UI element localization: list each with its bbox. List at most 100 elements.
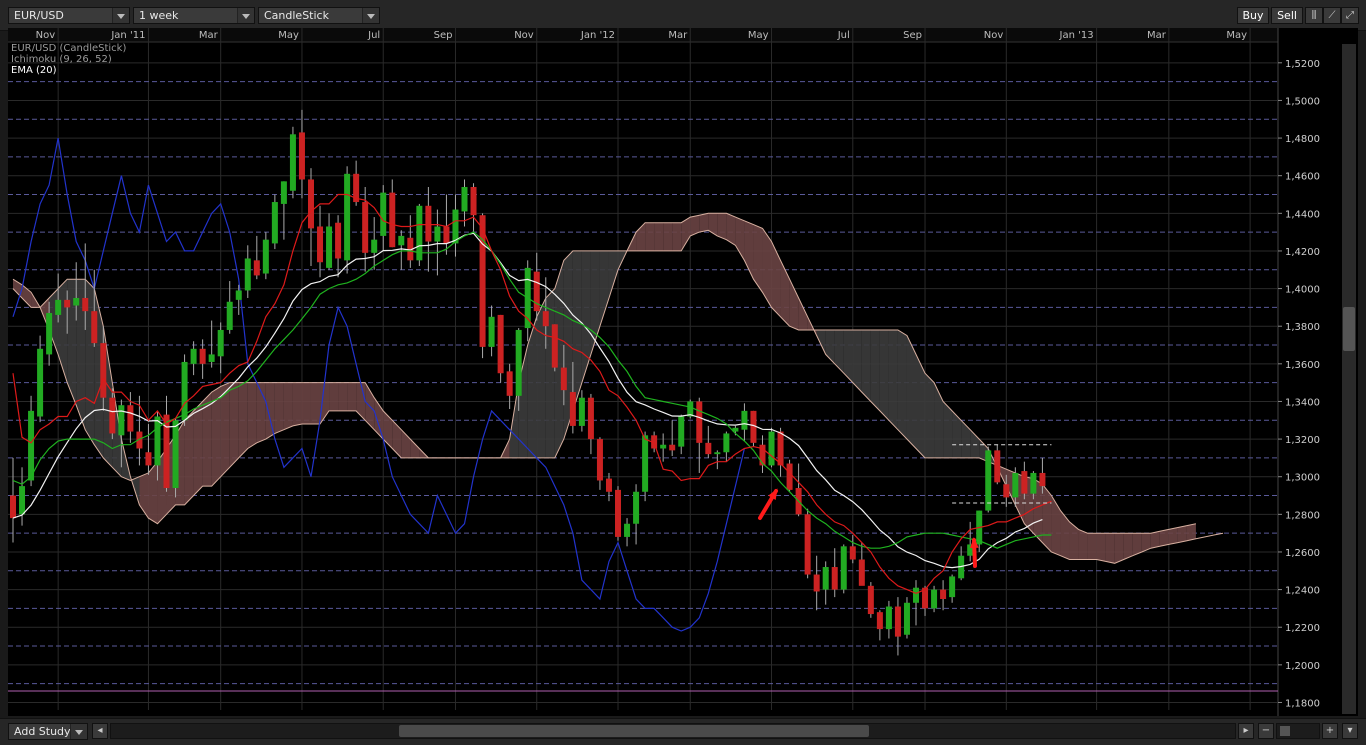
chart-panel[interactable]: Nov Jan '11 Mar May Jul Sep Nov Jan '12 Mar May Ju… <box>8 28 1358 716</box>
bull-candle <box>271 202 278 244</box>
zoom-slider-thumb[interactable] <box>1280 726 1290 736</box>
bull-candle <box>280 181 287 204</box>
price-tick-label: 1,4600 <box>1285 172 1320 183</box>
ichimoku-cloud-segment <box>310 382 321 425</box>
chart-type-select-value: CandleStick <box>264 9 329 22</box>
bull-candle <box>118 405 125 436</box>
time-tick-label: Sep <box>434 30 453 41</box>
vertical-scroll-thumb[interactable] <box>1343 307 1355 351</box>
bear-candle <box>10 495 16 519</box>
chart-type-select[interactable]: CandleStick <box>258 7 380 24</box>
bear-candle <box>1003 484 1010 498</box>
ichimoku-cloud-segment <box>1159 529 1169 547</box>
add-study-label: Add Study <box>14 725 71 738</box>
ichimoku-cloud-segment <box>329 382 339 411</box>
bull-candle <box>19 486 26 515</box>
top-toolbar: EUR/USD 1 week CandleStick Buy Sell ⫼ ⟋ … <box>0 0 1366 31</box>
ichimoku-cloud-segment <box>338 382 348 411</box>
bear-candle <box>615 489 622 537</box>
price-tick-label: 1,3600 <box>1285 360 1320 371</box>
legend-item: EMA (20) <box>11 65 57 76</box>
bear-candle <box>849 546 856 560</box>
price-tick-label: 1,5000 <box>1285 96 1320 107</box>
bear-candle <box>127 405 134 432</box>
ichimoku-cloud-segment <box>301 382 311 425</box>
zoom-in-button[interactable]: + <box>1322 723 1338 739</box>
ichimoku-cloud-segment <box>283 382 293 430</box>
bear-candle <box>542 311 549 327</box>
bear-candle <box>497 314 504 374</box>
time-tick-label: Mar <box>199 30 219 41</box>
bear-candle <box>91 311 98 344</box>
bull-candle <box>244 258 251 291</box>
bear-candle <box>867 585 874 615</box>
ichimoku-cloud-segment <box>238 382 248 458</box>
bull-candle <box>678 416 685 447</box>
bear-candle <box>940 589 947 599</box>
time-tick-label: May <box>748 30 769 41</box>
bear-candle <box>777 431 784 466</box>
bull-candle <box>723 433 730 453</box>
add-study-button[interactable]: Add Study <box>8 723 88 740</box>
ichimoku-cloud-segment <box>663 222 673 251</box>
ichimoku-cloud-segment <box>1186 523 1196 541</box>
bar-chart-tool-icon[interactable]: ⫼ <box>1305 7 1323 24</box>
bull-candle <box>488 316 495 347</box>
scroll-end-button[interactable]: ▾ <box>1342 723 1358 739</box>
bull-candle <box>235 290 242 300</box>
bull-candle <box>73 297 80 306</box>
scroll-right-button[interactable]: ▸ <box>1238 723 1254 739</box>
time-tick-label: Mar <box>668 30 688 41</box>
price-tick-label: 1,3800 <box>1285 322 1320 333</box>
price-chart[interactable]: Nov Jan '11 Mar May Jul Sep Nov Jan '12 Mar May Ju… <box>8 28 1358 716</box>
interval-select-value: 1 week <box>139 9 179 22</box>
bull-candle <box>768 431 775 466</box>
buy-button[interactable]: Buy <box>1237 7 1269 24</box>
plot-background <box>8 28 1358 716</box>
symbol-select[interactable]: EUR/USD <box>8 7 130 24</box>
bull-candle <box>344 173 351 261</box>
ichimoku-cloud-segment <box>347 382 357 411</box>
price-tick-label: 1,1800 <box>1285 698 1320 709</box>
bear-candle <box>335 222 342 259</box>
legend-item: Ichimoku (9, 26, 52) <box>11 54 112 65</box>
scroll-left-button[interactable]: ◂ <box>92 723 108 739</box>
horizontal-scrollbar[interactable] <box>110 723 1236 739</box>
bear-candle <box>605 478 612 492</box>
ichimoku-cloud-segment <box>274 382 284 434</box>
bull-candle <box>181 361 188 421</box>
ichimoku-cloud-segment <box>292 382 302 426</box>
time-tick-label: Jan '13 <box>1059 30 1094 41</box>
horizontal-scroll-thumb[interactable] <box>399 725 869 737</box>
time-tick-label: Nov <box>984 30 1004 41</box>
bear-candle <box>389 192 396 248</box>
bear-candle <box>317 226 324 263</box>
fullscreen-icon[interactable]: ⤢ <box>1341 7 1359 24</box>
vertical-scrollbar[interactable] <box>1342 44 1356 714</box>
ichimoku-cloud-segment <box>1168 527 1178 545</box>
bull-candle <box>949 576 956 598</box>
bull-candle <box>37 348 44 417</box>
ichimoku-cloud-segment <box>1096 533 1106 562</box>
chevron-down-icon <box>112 8 129 23</box>
zoom-out-button[interactable]: − <box>1258 723 1274 739</box>
bull-candle <box>642 435 649 492</box>
bull-candle <box>326 226 333 268</box>
symbol-select-value: EUR/USD <box>14 9 64 22</box>
bear-candle <box>443 226 450 244</box>
zoom-slider[interactable] <box>1276 723 1320 739</box>
bear-candle <box>425 205 432 242</box>
price-tick-label: 1,2400 <box>1285 586 1320 597</box>
bull-candle <box>55 299 62 315</box>
bear-candle <box>569 392 576 426</box>
bear-candle <box>813 574 820 592</box>
interval-select[interactable]: 1 week <box>133 7 255 24</box>
bull-candle <box>172 420 179 488</box>
bear-candle <box>362 202 369 253</box>
draw-line-tool-icon[interactable]: ⟋ <box>1323 7 1341 24</box>
price-tick-label: 1,3200 <box>1285 435 1320 446</box>
sell-button[interactable]: Sell <box>1271 7 1303 24</box>
time-tick-label: Nov <box>514 30 534 41</box>
bull-candle <box>1030 472 1037 494</box>
ichimoku-cloud-segment <box>645 222 655 251</box>
